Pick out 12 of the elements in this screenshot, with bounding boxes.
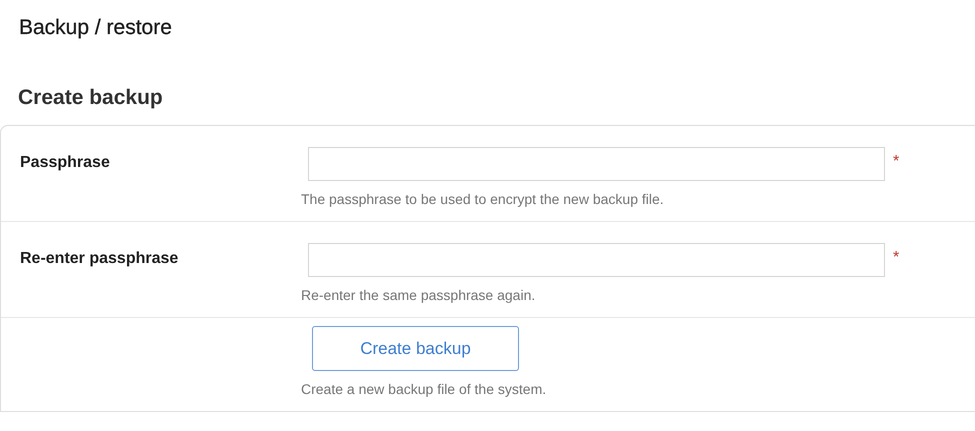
passphrase-field[interactable] (308, 147, 885, 181)
help-text: Create a new backup file of the system. (301, 381, 548, 397)
section-title: Create backup (17, 85, 164, 110)
page-title: Backup / restore (18, 15, 173, 40)
required-mark: * (893, 248, 900, 267)
field-label: Re-enter passphrase (19, 249, 180, 269)
field-label: Passphrase (19, 153, 111, 173)
create-backup-button[interactable]: Create backup (312, 326, 519, 371)
passphrase-field[interactable] (308, 243, 885, 277)
required-mark: * (893, 152, 900, 171)
help-text: The passphrase to be used to encrypt the new backup file. (301, 191, 665, 207)
help-text: Re-enter the same passphrase again. (301, 287, 536, 303)
